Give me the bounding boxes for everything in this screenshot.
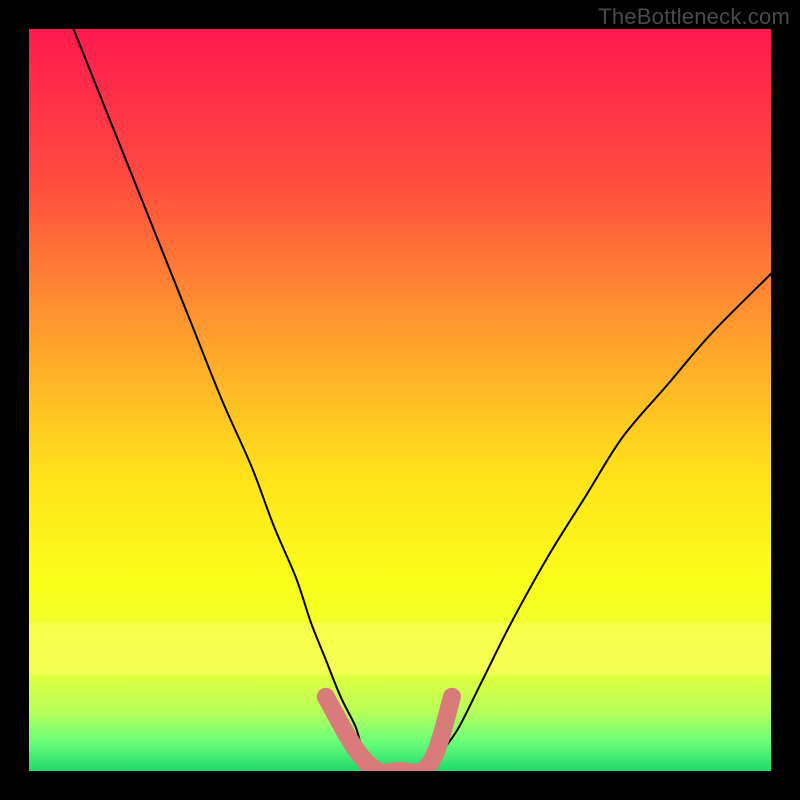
- bottleneck-plot: [29, 29, 771, 771]
- chart-frame: TheBottleneck.com: [0, 0, 800, 800]
- highlight-band: [29, 623, 771, 675]
- watermark-label: TheBottleneck.com: [598, 4, 790, 30]
- plot-svg: [29, 29, 771, 771]
